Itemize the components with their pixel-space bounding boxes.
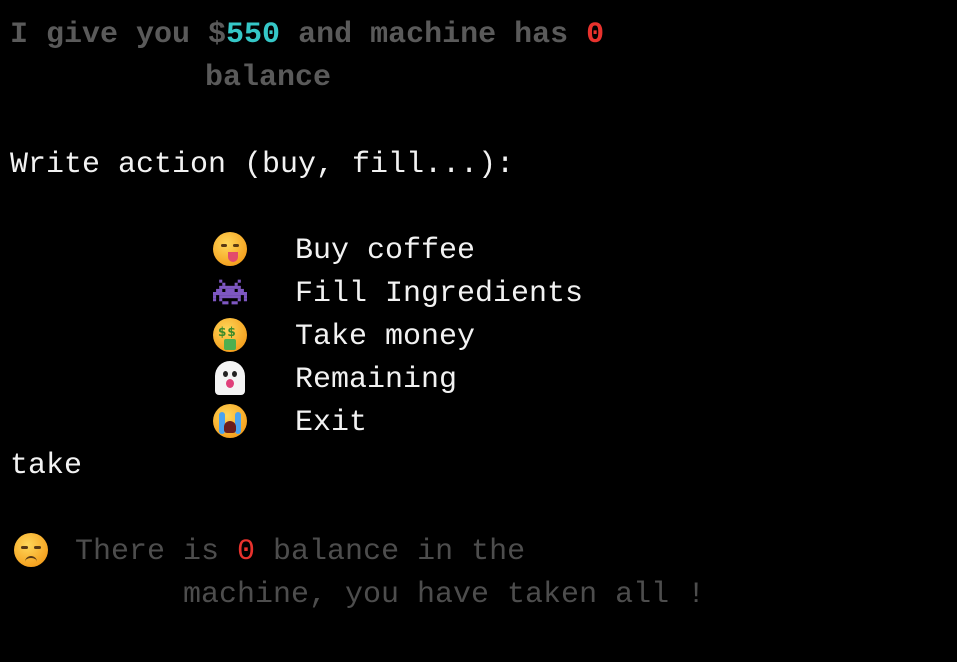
menu-item-label: Remaining [295,363,458,397]
menu-item-label: Exit [295,406,368,440]
ghost-icon [215,361,245,395]
menu-item-label: Take money [295,320,476,354]
menu-item-label: Fill Ingredients [295,277,584,311]
space-invader-icon [213,279,247,305]
action-prompt: Write action (buy, fill...): [10,148,515,182]
yum-face-icon [213,232,247,266]
header-text-wrap: balance [205,61,332,95]
money-mouth-face-icon: $$ [213,318,247,352]
machine-balance: 0 [586,18,605,52]
result-message-line-1: There is 0 balance in the [75,531,525,574]
result-text-suffix: balance in the [255,535,526,569]
user-input-echo: take [10,449,83,483]
header-line-1: I give you $550 and machine has 0 [10,14,604,57]
menu-item-label: Buy coffee [295,234,476,268]
pensive-face-icon [14,533,48,567]
header-text-prefix: I give you $ [10,18,227,52]
result-balance: 0 [237,535,256,569]
result-message-line-2: machine, you have taken all ! [183,578,706,612]
loudly-crying-face-icon [213,404,247,438]
header-text-middle: and machine has [280,18,587,52]
result-text-prefix: There is [75,535,238,569]
header-line-2: balance [205,57,331,100]
given-amount: 550 [226,18,281,52]
